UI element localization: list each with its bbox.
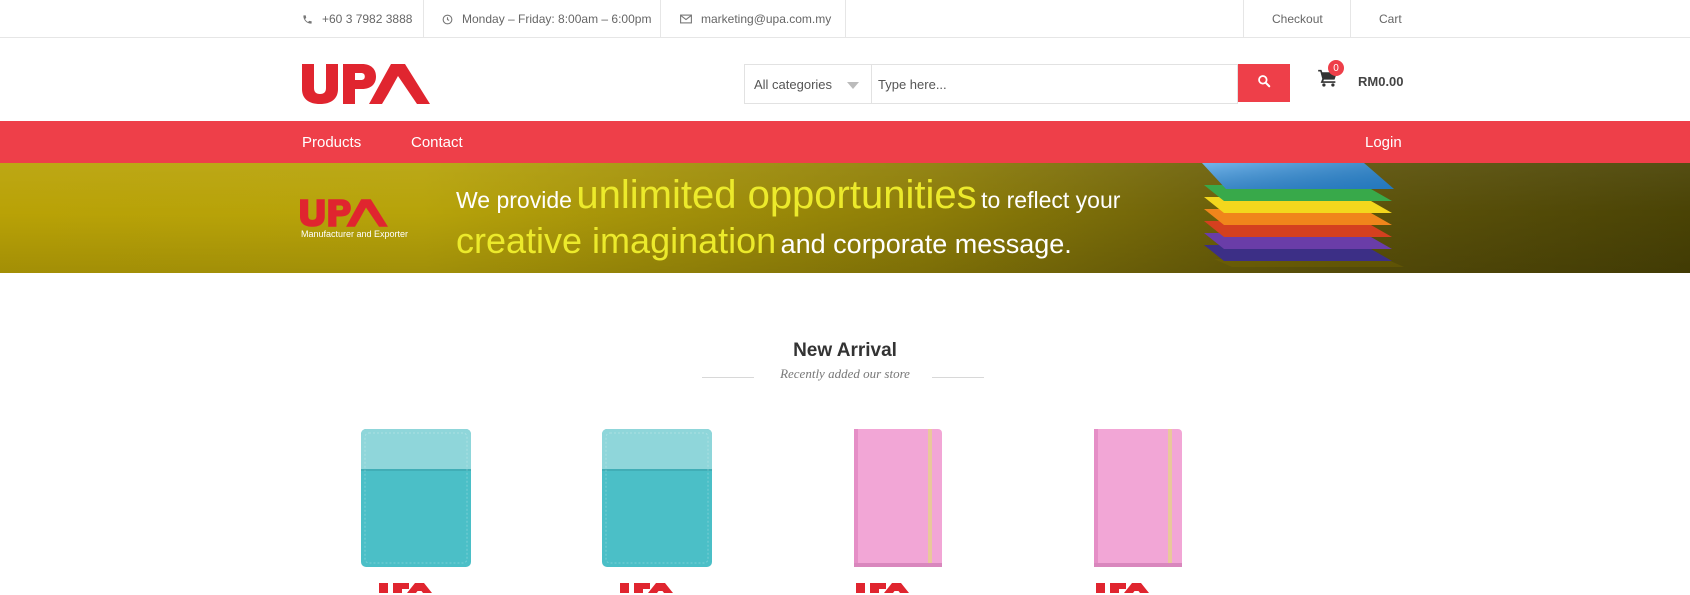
search-button[interactable]	[1238, 64, 1290, 102]
product-card[interactable]	[598, 425, 716, 595]
banner-logo-subtitle: Manufacturer and Exporter	[301, 229, 409, 239]
banner-text: and corporate message.	[780, 229, 1072, 259]
business-hours: Monday – Friday: 8:00am – 6:00pm	[442, 0, 651, 38]
main-nav: Products Contact Login	[0, 121, 1690, 163]
envelope-icon	[680, 14, 692, 24]
search-placeholder: Type here...	[878, 76, 947, 92]
divider	[845, 0, 846, 38]
upa-logo[interactable]	[302, 64, 430, 104]
top-bar: +60 3 7982 3888 Monday – Friday: 8:00am …	[0, 0, 1690, 38]
banner-text: We provide	[456, 187, 572, 213]
product-card[interactable]	[1092, 425, 1210, 595]
notebook-image-pink	[854, 429, 942, 593]
chevron-down-icon	[847, 82, 859, 89]
clock-icon	[442, 14, 453, 25]
product-card[interactable]	[357, 425, 475, 595]
notebook-image-teal	[361, 429, 471, 593]
section-title: New Arrival	[793, 340, 897, 361]
cart-link[interactable]: Cart	[1379, 0, 1402, 38]
nav-item-login[interactable]: Login	[1365, 121, 1402, 163]
banner-headline-line1: We provide unlimited opportunities to re…	[456, 173, 1120, 218]
divider	[1350, 0, 1351, 38]
banner-highlight: unlimited opportunities	[576, 173, 977, 217]
product-card[interactable]	[852, 425, 970, 595]
checkout-link[interactable]: Checkout	[1272, 0, 1323, 38]
phone-icon	[302, 14, 313, 25]
cart-count-badge: 0	[1328, 60, 1344, 76]
divider	[932, 377, 984, 378]
search-icon	[1257, 74, 1271, 93]
email-contact[interactable]: marketing@upa.com.my	[680, 0, 831, 38]
category-select[interactable]: All categories	[744, 64, 871, 104]
notebook-image-pink	[1094, 429, 1182, 593]
section-subtitle: Recently added our store	[780, 366, 910, 381]
nav-item-products[interactable]: Products	[302, 121, 361, 163]
divider	[660, 0, 661, 38]
banner-headline-line2: creative imagination and corporate messa…	[456, 220, 1072, 262]
nav-item-contact[interactable]: Contact	[411, 121, 463, 163]
search-input[interactable]: Type here...	[871, 64, 1238, 104]
phone-number: +60 3 7982 3888	[322, 12, 413, 26]
notebook-image-teal	[602, 429, 712, 593]
hero-banner[interactable]: Manufacturer and Exporter We provide unl…	[0, 163, 1690, 273]
banner-upa-logo	[300, 199, 388, 227]
site-header: All categories Type here... 0 RM0.00	[0, 38, 1690, 121]
banner-highlight: creative imagination	[456, 220, 777, 261]
email-link[interactable]: marketing@upa.com.my	[701, 12, 831, 26]
divider	[423, 0, 424, 38]
banner-text: to reflect your	[981, 187, 1121, 213]
hours-text: Monday – Friday: 8:00am – 6:00pm	[462, 12, 652, 26]
cart-total[interactable]: RM0.00	[1358, 74, 1404, 89]
divider	[1243, 0, 1244, 38]
phone-contact: +60 3 7982 3888	[302, 0, 412, 38]
category-select-value: All categories	[754, 76, 833, 92]
notebooks-stack-image	[1196, 163, 1410, 273]
